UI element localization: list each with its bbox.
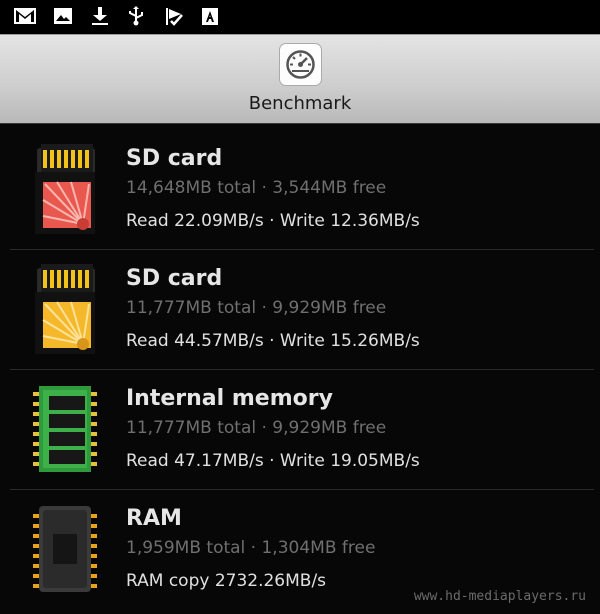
usb-icon (129, 6, 143, 26)
speedometer-icon[interactable] (280, 44, 321, 85)
item-title: SD card (126, 266, 223, 291)
item-title: RAM (126, 506, 182, 531)
item-title: Internal memory (126, 386, 333, 411)
item-speed: RAM copy 2732.26MB/s (126, 571, 327, 591)
image-icon (54, 8, 72, 24)
item-speed: Read 44.57MB/s · Write 15.26MB/s (126, 331, 420, 351)
sd-card-yellow-icon (35, 264, 95, 354)
item-capacity: 11,777MB total · 9,929MB free (126, 418, 387, 438)
status-bar (0, 0, 600, 34)
item-title: SD card (126, 146, 223, 171)
sd-card-red-icon (35, 144, 95, 234)
item-capacity: 14,648MB total · 3,544MB free (126, 178, 387, 198)
list-item-sd-card-2[interactable]: SD card 11,777MB total · 9,929MB free Re… (0, 250, 600, 370)
item-capacity: 1,959MB total · 1,304MB free (126, 538, 376, 558)
check-flag-icon (166, 8, 183, 26)
watermark: www.hd-mediaplayers.ru (413, 589, 586, 604)
list-item-sd-card-1[interactable]: SD card 14,648MB total · 3,544MB free Re… (0, 122, 600, 242)
action-bar: Benchmark (0, 34, 600, 124)
text-a-icon (202, 8, 218, 25)
download-icon (92, 7, 108, 25)
internal-memory-icon (33, 386, 97, 472)
ram-chip-icon (33, 506, 97, 592)
page-title: Benchmark (248, 93, 352, 114)
gmail-icon (14, 8, 36, 24)
item-speed: Read 47.17MB/s · Write 19.05MB/s (126, 451, 420, 471)
item-speed: Read 22.09MB/s · Write 12.36MB/s (126, 211, 420, 231)
list-item-internal-memory[interactable]: Internal memory 11,777MB total · 9,929MB… (0, 370, 600, 490)
item-capacity: 11,777MB total · 9,929MB free (126, 298, 387, 318)
